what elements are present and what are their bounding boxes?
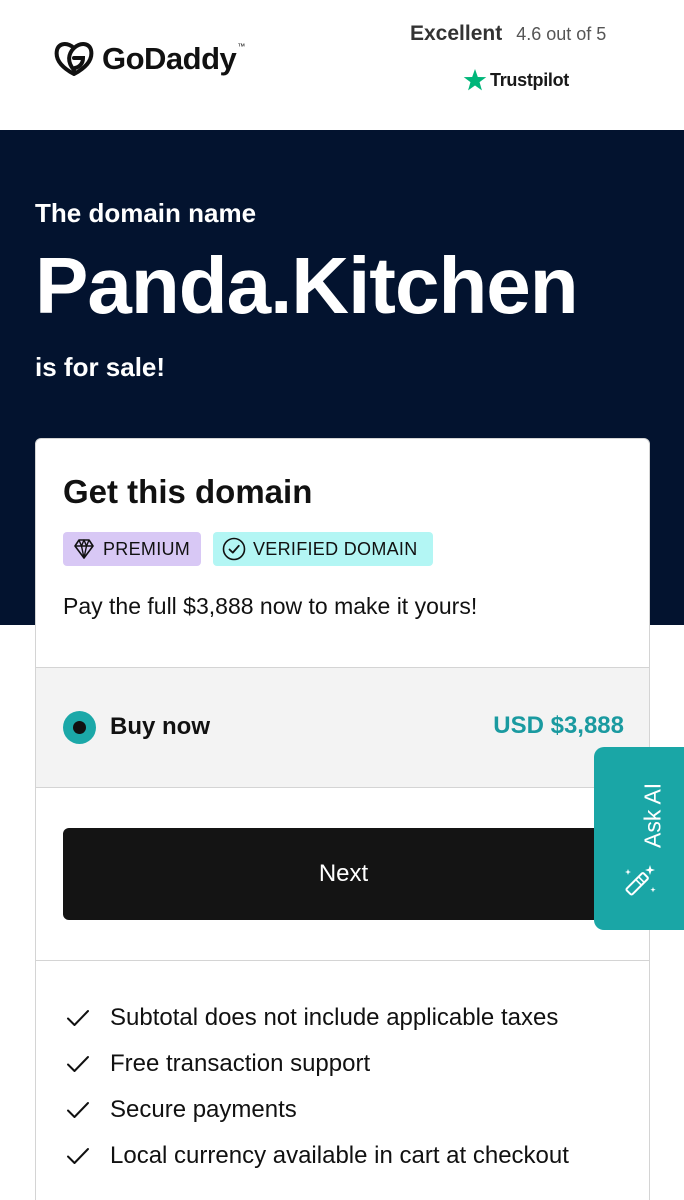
checkmark-icon [67,1102,89,1118]
checkmark-icon [67,1148,89,1164]
divider [36,960,649,961]
trustpilot-rating: Excellent 4.6 out of 5 [410,20,606,48]
magic-wand-icon [625,865,656,896]
verified-domain-badge: VERIFIED DOMAIN [213,532,433,566]
premium-badge-label: PREMIUM [103,538,191,559]
feature-item: Free transaction support [63,1041,569,1087]
star-icon [463,68,487,91]
hero-prefix: The domain name [35,198,257,228]
godaddy-logo-icon [54,42,94,76]
feature-text: Local currency available in cart at chec… [110,1142,569,1169]
feature-text: Secure payments [110,1096,297,1123]
feature-list: Subtotal does not include applicable tax… [63,995,569,1179]
godaddy-logo[interactable]: GoDaddy™ [52,36,245,80]
buy-now-option[interactable]: Buy now USD $3,888 [36,667,649,788]
rating-score: 4.6 out of 5 [516,23,607,44]
page: GoDaddy™ Excellent 4.6 out of 5 Trustpil… [0,0,684,1200]
feature-item: Local currency available in cart at chec… [63,1133,569,1179]
buy-now-label: Buy now [110,713,210,740]
purchase-card: Get this domain PREMIUM VERIFIED DOMAIN … [35,438,650,1200]
feature-text: Free transaction support [110,1050,371,1077]
trustpilot-label: Trustpilot [490,69,569,90]
premium-badge: PREMIUM [63,532,201,566]
checkmark-icon [67,1010,89,1026]
domain-name: Panda.Kitchen [35,241,579,330]
site-header: GoDaddy™ Excellent 4.6 out of 5 Trustpil… [0,0,684,130]
logo-text: GoDaddy™ [102,40,245,76]
buy-now-price: USD $3,888 [493,712,624,739]
radio-selected-dot [73,721,86,734]
ask-ai-label: Ask AI [639,782,666,848]
next-button[interactable]: Next [63,828,624,920]
feature-item: Secure payments [63,1087,569,1133]
buy-now-radio[interactable] [63,711,96,744]
checkmark-icon [67,1056,89,1072]
check-circle-icon [222,537,246,561]
price-description: Pay the full $3,888 now to make it yours… [63,593,478,619]
trustpilot-link[interactable]: Trustpilot [462,66,569,94]
hero-suffix: is for sale! [35,352,166,382]
card-title: Get this domain [63,473,313,510]
ask-ai-button[interactable]: Ask AI [594,747,684,930]
logo-trademark: ™ [237,41,245,51]
rating-label: Excellent [410,22,503,45]
feature-text: Subtotal does not include applicable tax… [110,1004,559,1031]
diamond-icon [74,539,94,559]
verified-badge-label: VERIFIED DOMAIN [253,538,418,559]
feature-item: Subtotal does not include applicable tax… [63,995,569,1041]
